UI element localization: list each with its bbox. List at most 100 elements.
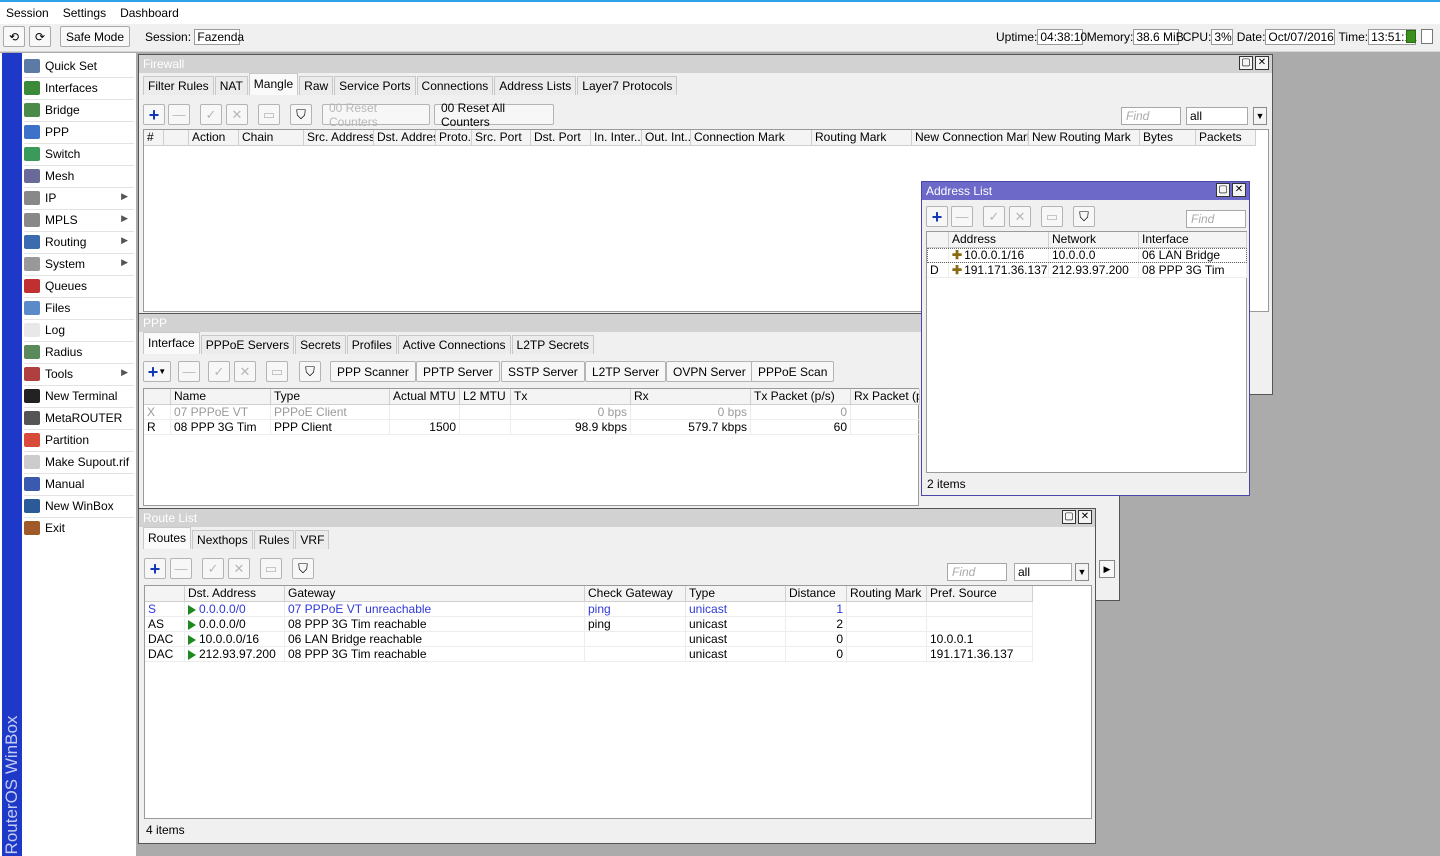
column-header-interface[interactable]: Interface — [1139, 232, 1247, 247]
find-input[interactable]: Find — [1186, 210, 1246, 228]
enable-icon[interactable]: ✓ — [202, 558, 224, 579]
column-header-pref-source[interactable]: Pref. Source — [927, 586, 1033, 601]
tab-address-lists[interactable]: Address Lists — [494, 76, 577, 95]
safe-mode-button[interactable]: Safe Mode — [60, 26, 130, 47]
sidebar-item-switch[interactable]: Switch — [24, 143, 134, 165]
hide-menu-icon[interactable] — [1421, 29, 1433, 44]
column-header-bytes[interactable]: Bytes — [1140, 130, 1196, 145]
tab-layer7-protocols[interactable]: Layer7 Protocols — [577, 76, 678, 95]
add-icon[interactable]: + — [144, 558, 166, 579]
filter-select[interactable]: all — [1186, 107, 1248, 125]
tab-rules[interactable]: Rules — [253, 530, 295, 549]
sidebar-item-ip[interactable]: IP ▶ — [24, 187, 134, 209]
enable-icon[interactable]: ✓ — [208, 361, 230, 382]
sidebar-item-quick-set[interactable]: Quick Set — [24, 55, 134, 77]
firewall-title-bar[interactable]: Firewall ▢ ✕ — [139, 55, 1272, 73]
sidebar-item-log[interactable]: Log — [24, 319, 134, 341]
tab-interface[interactable]: Interface — [143, 332, 200, 354]
enable-icon[interactable]: ✓ — [200, 104, 222, 125]
column-header-gateway[interactable]: Gateway — [285, 586, 585, 601]
table-row[interactable]: DAC 212.93.97.200 08 PPP 3G Tim reachable u… — [145, 647, 1033, 662]
sidebar-item-metarouter[interactable]: MetaROUTER — [24, 407, 134, 429]
tab-secrets[interactable]: Secrets — [295, 335, 346, 354]
sidebar-item-queues[interactable]: Queues — [24, 275, 134, 297]
menu-session[interactable]: Session — [6, 6, 49, 20]
filter-icon[interactable]: ⛉ — [299, 361, 321, 382]
column-header-src-port[interactable]: Src. Port — [472, 130, 531, 145]
column-header-type[interactable]: Type — [686, 586, 786, 601]
sidebar-item-exit[interactable]: Exit — [24, 517, 134, 539]
tab-service-ports[interactable]: Service Ports — [334, 76, 416, 95]
ppp-ppp-scanner-button[interactable]: PPP Scanner — [330, 361, 416, 382]
maximize-icon[interactable]: ▢ — [1216, 183, 1230, 197]
sidebar-item-system[interactable]: System ▶ — [24, 253, 134, 275]
table-row[interactable]: AS 0.0.0.0/0 08 PPP 3G Tim reachable ping un… — [145, 617, 1033, 632]
add-icon[interactable]: + — [926, 206, 948, 227]
comment-icon[interactable]: ▭ — [266, 361, 288, 382]
tab-profiles[interactable]: Profiles — [346, 335, 397, 354]
ppp-pppoe-scan-button[interactable]: PPPoE Scan — [751, 361, 835, 382]
tab-raw[interactable]: Raw — [299, 76, 334, 95]
disable-icon[interactable]: ✕ — [234, 361, 256, 382]
column-header-rx-packet-p-s[interactable]: Rx Packet (p/s) — [851, 389, 920, 404]
disable-icon[interactable]: ✕ — [228, 558, 250, 579]
column-header-action[interactable]: Action — [189, 130, 239, 145]
column-header-flag[interactable] — [145, 586, 185, 601]
column-header-l2-mtu[interactable]: L2 MTU — [460, 389, 511, 404]
close-icon[interactable]: ✕ — [1232, 183, 1246, 197]
comment-icon[interactable]: ▭ — [260, 558, 282, 579]
menu-settings[interactable]: Settings — [63, 6, 106, 20]
column-header-connection-mark[interactable]: Connection Mark — [691, 130, 812, 145]
table-row[interactable]: R 08 PPP 3G Tim PPP Client 1500 98.9 kbps 579… — [144, 420, 920, 435]
tab-pppoe-servers[interactable]: PPPoE Servers — [200, 335, 295, 354]
sidebar-item-manual[interactable]: Manual — [24, 473, 134, 495]
filter-icon[interactable]: ⛉ — [292, 558, 314, 579]
maximize-icon[interactable]: ▢ — [1239, 56, 1253, 70]
column-header-out-int[interactable]: Out. Int... — [642, 130, 691, 145]
table-row[interactable]: DAC 10.0.0.0/16 06 LAN Bridge reachable uni… — [145, 632, 1033, 647]
column-header-dst-address[interactable]: Dst. Address — [374, 130, 436, 145]
tab-filter-rules[interactable]: Filter Rules — [143, 76, 214, 95]
remove-icon[interactable]: — — [178, 361, 200, 382]
sidebar-item-partition[interactable]: Partition — [24, 429, 134, 451]
ppp-sstp-server-button[interactable]: SSTP Server — [501, 361, 585, 382]
sidebar-item-radius[interactable]: Radius — [24, 341, 134, 363]
sidebar-item-mpls[interactable]: MPLS ▶ — [24, 209, 134, 231]
tab-nexthops[interactable]: Nexthops — [192, 530, 253, 549]
redo-icon[interactable]: ⟳ — [29, 26, 51, 47]
sidebar-item-files[interactable]: Files — [24, 297, 134, 319]
disable-icon[interactable]: ✕ — [226, 104, 248, 125]
tab-active-connections[interactable]: Active Connections — [397, 335, 511, 354]
ppp-ovpn-server-button[interactable]: OVPN Server — [666, 361, 753, 382]
undo-icon[interactable]: ⟲ — [3, 26, 25, 47]
column-header-packets[interactable]: Packets — [1196, 130, 1256, 145]
tab-vrf[interactable]: VRF — [295, 530, 330, 549]
sidebar-item-make-supout-rif[interactable]: Make Supout.rif — [24, 451, 134, 473]
menu-dashboard[interactable]: Dashboard — [120, 6, 179, 20]
add-dropdown-icon[interactable]: + ▼ — [143, 361, 171, 382]
maximize-icon[interactable]: ▢ — [1062, 510, 1076, 524]
column-header-flag[interactable] — [144, 389, 171, 404]
column-header-address[interactable]: Address — [949, 232, 1049, 247]
sidebar-item-ppp[interactable]: PPP — [24, 121, 134, 143]
remove-icon[interactable]: — — [951, 206, 973, 227]
reset-all-counters-button[interactable]: 00 Reset All Counters — [434, 101, 554, 129]
find-input[interactable]: Find — [1121, 107, 1181, 125]
tab-nat[interactable]: NAT — [214, 76, 248, 95]
comment-icon[interactable]: ▭ — [258, 104, 280, 125]
column-header-tx-packet-p-s[interactable]: Tx Packet (p/s) — [751, 389, 851, 404]
sidebar-item-tools[interactable]: Tools ▶ — [24, 363, 134, 385]
tab-routes[interactable]: Routes — [143, 527, 192, 549]
sidebar-item-new-winbox[interactable]: New WinBox — [24, 495, 134, 517]
column-header-type[interactable]: Type — [271, 389, 390, 404]
filter-icon[interactable]: ⛉ — [290, 104, 312, 125]
filter-select[interactable]: all — [1014, 563, 1072, 581]
column-header-dst-port[interactable]: Dst. Port — [531, 130, 591, 145]
sidebar-item-new-terminal[interactable]: New Terminal — [24, 385, 134, 407]
column-header-name[interactable]: Name — [171, 389, 271, 404]
add-icon[interactable]: + — [143, 104, 165, 125]
column-header-dst-address[interactable]: Dst. Address — [185, 586, 285, 601]
comment-icon[interactable]: ▭ — [1041, 206, 1063, 227]
column-header-proto[interactable]: Proto... — [436, 130, 472, 145]
table-row[interactable]: X 07 PPPoE VT PPPoE Client 0 bps 0 bps 0 — [144, 405, 920, 420]
